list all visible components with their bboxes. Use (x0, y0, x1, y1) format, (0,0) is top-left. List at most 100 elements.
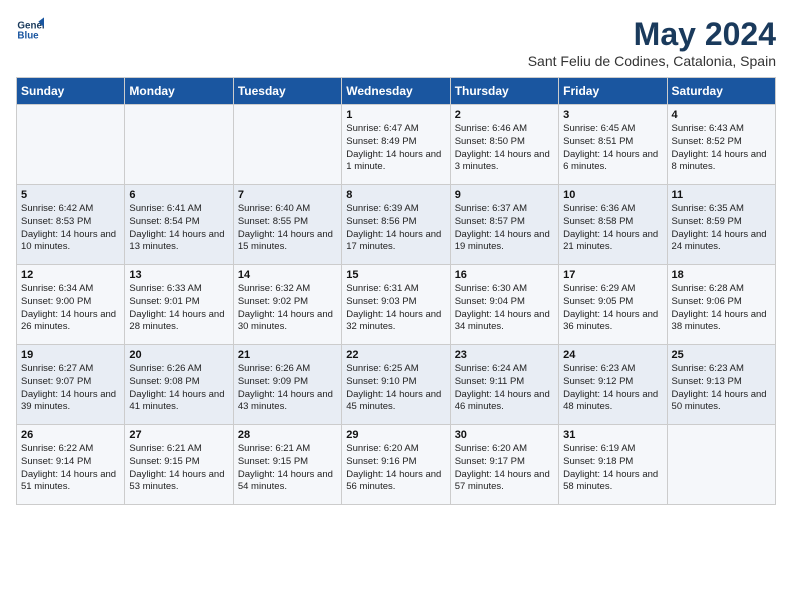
day-info: Sunrise: 6:35 AM Sunset: 8:59 PM Dayligh… (672, 203, 771, 254)
day-number: 15 (346, 269, 445, 281)
calendar-cell: 10 Sunrise: 6:36 AM Sunset: 8:58 PM Dayli… (559, 185, 667, 265)
day-info: Sunrise: 6:21 AM Sunset: 9:15 PM Dayligh… (129, 443, 228, 494)
day-info: Sunrise: 6:34 AM Sunset: 9:00 PM Dayligh… (21, 283, 120, 334)
day-number: 19 (21, 349, 120, 361)
day-info: Sunrise: 6:23 AM Sunset: 9:13 PM Dayligh… (672, 363, 771, 414)
day-info: Sunrise: 6:46 AM Sunset: 8:50 PM Dayligh… (455, 123, 554, 174)
day-number: 10 (563, 189, 662, 201)
calendar-cell (17, 105, 125, 185)
day-info: Sunrise: 6:23 AM Sunset: 9:12 PM Dayligh… (563, 363, 662, 414)
header-wednesday: Wednesday (342, 78, 450, 105)
day-number: 25 (672, 349, 771, 361)
day-number: 7 (238, 189, 337, 201)
day-info: Sunrise: 6:25 AM Sunset: 9:10 PM Dayligh… (346, 363, 445, 414)
header-friday: Friday (559, 78, 667, 105)
calendar-cell: 11 Sunrise: 6:35 AM Sunset: 8:59 PM Dayli… (667, 185, 775, 265)
day-info: Sunrise: 6:31 AM Sunset: 9:03 PM Dayligh… (346, 283, 445, 334)
day-number: 29 (346, 429, 445, 441)
calendar-cell: 28 Sunrise: 6:21 AM Sunset: 9:15 PM Dayli… (233, 425, 341, 505)
day-info: Sunrise: 6:32 AM Sunset: 9:02 PM Dayligh… (238, 283, 337, 334)
calendar-cell (125, 105, 233, 185)
calendar-cell: 1Sunrise: 6:47 AM Sunset: 8:49 PM Daylig… (342, 105, 450, 185)
day-number: 26 (21, 429, 120, 441)
day-number: 6 (129, 189, 228, 201)
calendar-cell: 24 Sunrise: 6:23 AM Sunset: 9:12 PM Dayli… (559, 345, 667, 425)
day-number: 3 (563, 109, 662, 121)
calendar-week-1: 5Sunrise: 6:42 AM Sunset: 8:53 PM Daylig… (17, 185, 776, 265)
day-info: Sunrise: 6:43 AM Sunset: 8:52 PM Dayligh… (672, 123, 771, 174)
calendar-cell: 25 Sunrise: 6:23 AM Sunset: 9:13 PM Dayli… (667, 345, 775, 425)
day-number: 17 (563, 269, 662, 281)
header-monday: Monday (125, 78, 233, 105)
day-number: 24 (563, 349, 662, 361)
page-header: General Blue May 2024 Sant Feliu de Codi… (16, 16, 776, 69)
day-info: Sunrise: 6:30 AM Sunset: 9:04 PM Dayligh… (455, 283, 554, 334)
calendar-cell: 14 Sunrise: 6:32 AM Sunset: 9:02 PM Dayli… (233, 265, 341, 345)
calendar-cell: 12 Sunrise: 6:34 AM Sunset: 9:00 PM Dayli… (17, 265, 125, 345)
calendar-cell: 15 Sunrise: 6:31 AM Sunset: 9:03 PM Dayli… (342, 265, 450, 345)
day-number: 21 (238, 349, 337, 361)
day-number: 1 (346, 109, 445, 121)
calendar-cell: 18 Sunrise: 6:28 AM Sunset: 9:06 PM Dayli… (667, 265, 775, 345)
calendar-header: SundayMondayTuesdayWednesdayThursdayFrid… (17, 78, 776, 105)
day-number: 4 (672, 109, 771, 121)
calendar-week-4: 26 Sunrise: 6:22 AM Sunset: 9:14 PM Dayli… (17, 425, 776, 505)
day-info: Sunrise: 6:24 AM Sunset: 9:11 PM Dayligh… (455, 363, 554, 414)
calendar-cell: 8Sunrise: 6:39 AM Sunset: 8:56 PM Daylig… (342, 185, 450, 265)
day-number: 20 (129, 349, 228, 361)
calendar-body: 1Sunrise: 6:47 AM Sunset: 8:49 PM Daylig… (17, 105, 776, 505)
calendar-table: SundayMondayTuesdayWednesdayThursdayFrid… (16, 77, 776, 505)
day-number: 14 (238, 269, 337, 281)
day-info: Sunrise: 6:42 AM Sunset: 8:53 PM Dayligh… (21, 203, 120, 254)
day-number: 9 (455, 189, 554, 201)
day-info: Sunrise: 6:37 AM Sunset: 8:57 PM Dayligh… (455, 203, 554, 254)
calendar-cell: 7Sunrise: 6:40 AM Sunset: 8:55 PM Daylig… (233, 185, 341, 265)
calendar-subtitle: Sant Feliu de Codines, Catalonia, Spain (528, 53, 776, 69)
calendar-cell: 17 Sunrise: 6:29 AM Sunset: 9:05 PM Dayli… (559, 265, 667, 345)
day-number: 18 (672, 269, 771, 281)
calendar-cell: 31Sunrise: 6:19 AM Sunset: 9:18 PM Dayli… (559, 425, 667, 505)
calendar-cell (667, 425, 775, 505)
logo-icon: General Blue (16, 16, 44, 44)
day-info: Sunrise: 6:21 AM Sunset: 9:15 PM Dayligh… (238, 443, 337, 494)
calendar-cell: 9 Sunrise: 6:37 AM Sunset: 8:57 PM Daylig… (450, 185, 558, 265)
day-info: Sunrise: 6:27 AM Sunset: 9:07 PM Dayligh… (21, 363, 120, 414)
day-info: Sunrise: 6:19 AM Sunset: 9:18 PM Dayligh… (563, 443, 662, 494)
calendar-cell: 30 Sunrise: 6:20 AM Sunset: 9:17 PM Dayli… (450, 425, 558, 505)
day-number: 30 (455, 429, 554, 441)
calendar-cell: 22 Sunrise: 6:25 AM Sunset: 9:10 PM Dayli… (342, 345, 450, 425)
svg-text:Blue: Blue (17, 30, 39, 41)
day-info: Sunrise: 6:22 AM Sunset: 9:14 PM Dayligh… (21, 443, 120, 494)
day-number: 16 (455, 269, 554, 281)
calendar-cell: 2Sunrise: 6:46 AM Sunset: 8:50 PM Daylig… (450, 105, 558, 185)
day-number: 22 (346, 349, 445, 361)
day-info: Sunrise: 6:28 AM Sunset: 9:06 PM Dayligh… (672, 283, 771, 334)
calendar-cell: 19 Sunrise: 6:27 AM Sunset: 9:07 PM Dayli… (17, 345, 125, 425)
calendar-cell: 20Sunrise: 6:26 AM Sunset: 9:08 PM Dayli… (125, 345, 233, 425)
day-info: Sunrise: 6:20 AM Sunset: 9:17 PM Dayligh… (455, 443, 554, 494)
calendar-cell: 29Sunrise: 6:20 AM Sunset: 9:16 PM Dayli… (342, 425, 450, 505)
day-info: Sunrise: 6:36 AM Sunset: 8:58 PM Dayligh… (563, 203, 662, 254)
day-number: 12 (21, 269, 120, 281)
calendar-cell: 27Sunrise: 6:21 AM Sunset: 9:15 PM Dayli… (125, 425, 233, 505)
day-number: 13 (129, 269, 228, 281)
header-thursday: Thursday (450, 78, 558, 105)
logo: General Blue (16, 16, 44, 44)
day-info: Sunrise: 6:45 AM Sunset: 8:51 PM Dayligh… (563, 123, 662, 174)
title-block: May 2024 Sant Feliu de Codines, Cataloni… (528, 16, 776, 69)
day-info: Sunrise: 6:29 AM Sunset: 9:05 PM Dayligh… (563, 283, 662, 334)
calendar-week-0: 1Sunrise: 6:47 AM Sunset: 8:49 PM Daylig… (17, 105, 776, 185)
calendar-cell: 3 Sunrise: 6:45 AM Sunset: 8:51 PM Daylig… (559, 105, 667, 185)
calendar-cell: 6 Sunrise: 6:41 AM Sunset: 8:54 PM Daylig… (125, 185, 233, 265)
day-info: Sunrise: 6:41 AM Sunset: 8:54 PM Dayligh… (129, 203, 228, 254)
calendar-cell (233, 105, 341, 185)
day-info: Sunrise: 6:26 AM Sunset: 9:09 PM Dayligh… (238, 363, 337, 414)
day-number: 28 (238, 429, 337, 441)
day-number: 11 (672, 189, 771, 201)
calendar-cell: 26 Sunrise: 6:22 AM Sunset: 9:14 PM Dayli… (17, 425, 125, 505)
day-number: 23 (455, 349, 554, 361)
calendar-cell: 13Sunrise: 6:33 AM Sunset: 9:01 PM Dayli… (125, 265, 233, 345)
calendar-cell: 16 Sunrise: 6:30 AM Sunset: 9:04 PM Dayli… (450, 265, 558, 345)
calendar-cell: 23 Sunrise: 6:24 AM Sunset: 9:11 PM Dayli… (450, 345, 558, 425)
header-sunday: Sunday (17, 78, 125, 105)
